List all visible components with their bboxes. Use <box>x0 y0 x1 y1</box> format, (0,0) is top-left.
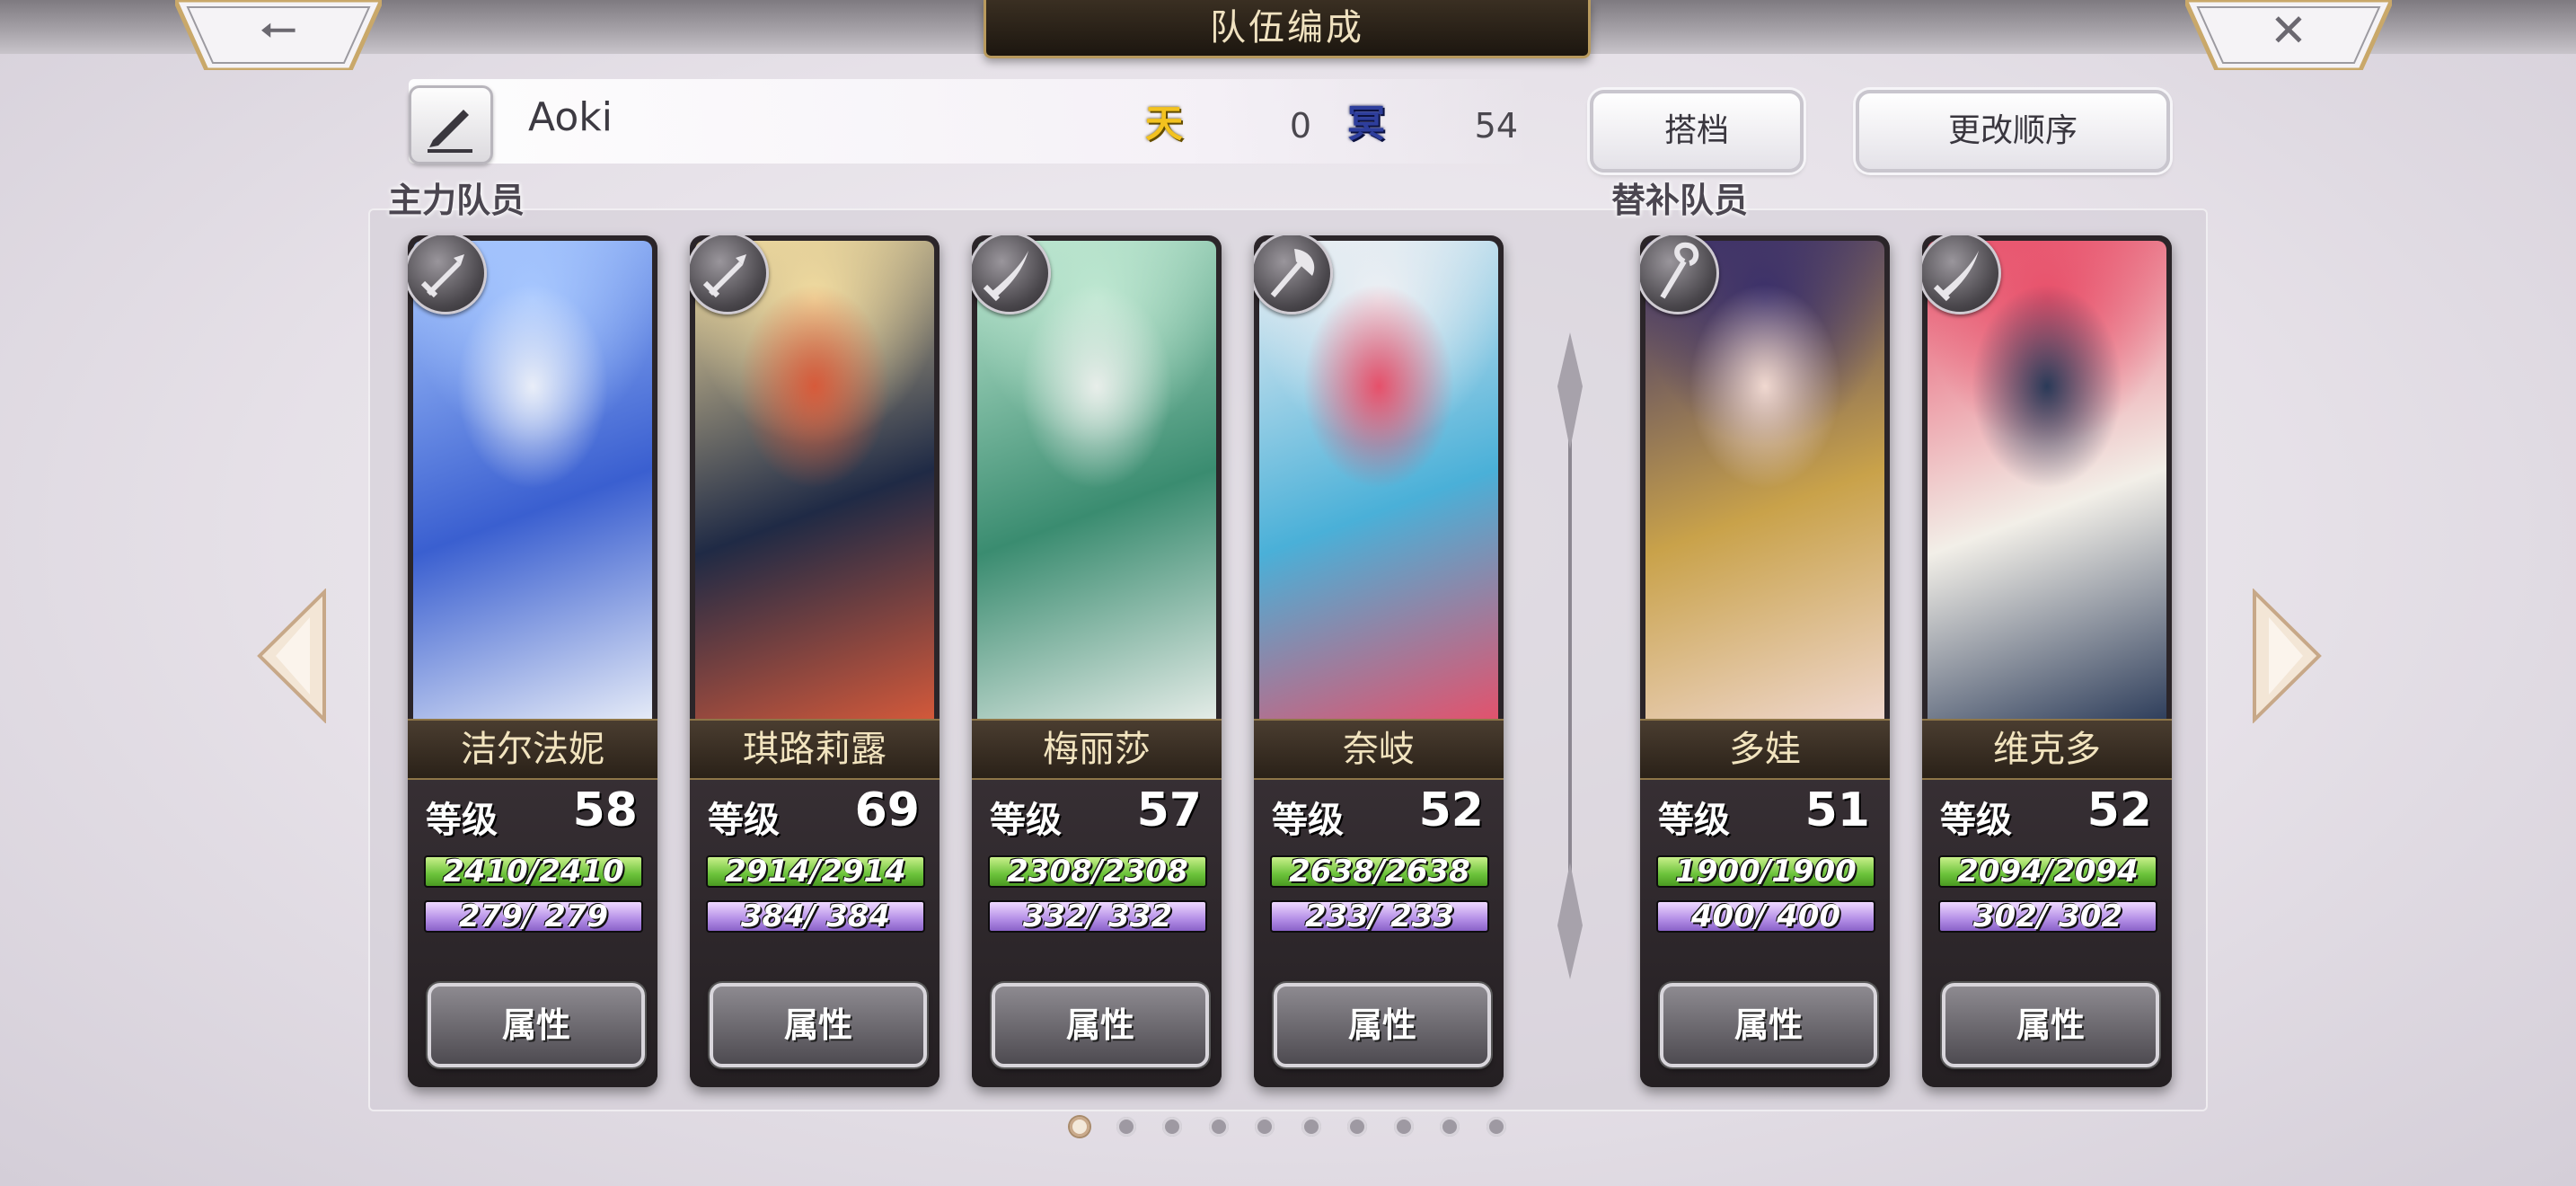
character-name: 琪路莉露 <box>690 719 940 780</box>
close-button[interactable]: ✕ <box>2185 0 2392 70</box>
partner-button[interactable]: 搭档 <box>1590 90 1804 173</box>
mp-bar: 233/ 233 <box>1270 900 1489 933</box>
mp-bar: 384/ 384 <box>706 900 925 933</box>
character-name: 洁尔法妮 <box>408 719 657 780</box>
mp-text: 400/ 400 <box>1690 900 1841 933</box>
level-label: 等级 <box>1272 800 1344 841</box>
hp-bar: 2638/2638 <box>1270 855 1489 888</box>
change-order-button[interactable]: 更改顺序 <box>1856 90 2170 173</box>
main-members-label: 主力队员 <box>388 181 525 220</box>
character-name: 多娃 <box>1640 719 1890 780</box>
ming-icon: 冥 <box>1346 102 1385 146</box>
reserve-members-label: 替补队员 <box>1611 181 1749 220</box>
attributes-button[interactable]: 属性 <box>710 983 927 1067</box>
level-label: 等级 <box>708 800 780 841</box>
hp-text: 2308/2308 <box>1007 855 1188 888</box>
back-button[interactable]: 🠀 <box>175 0 382 70</box>
page-dot[interactable] <box>1301 1117 1321 1137</box>
close-icon: ✕ <box>2270 4 2307 57</box>
sword-icon <box>690 235 769 314</box>
page-dot[interactable] <box>1486 1117 1506 1137</box>
hp-text: 2638/2638 <box>1289 855 1470 888</box>
mp-bar: 302/ 302 <box>1938 900 2157 933</box>
hp-bar: 2410/2410 <box>424 855 643 888</box>
hp-bar: 2094/2094 <box>1938 855 2157 888</box>
level-value: 57 <box>1136 783 1202 837</box>
mp-bar: 279/ 279 <box>424 900 643 933</box>
divider-top-ornament <box>1557 332 1583 449</box>
divider-bottom-ornament <box>1557 863 1583 979</box>
pen-icon <box>428 110 472 153</box>
attributes-button[interactable]: 属性 <box>1274 983 1491 1067</box>
next-page-arrow[interactable] <box>2251 589 2323 723</box>
page-dot[interactable] <box>1440 1117 1460 1137</box>
mp-text: 233/ 233 <box>1304 900 1455 933</box>
member-card[interactable]: 洁尔法妮 等级 58 2410/2410 279/ 279 属性 <box>408 235 657 1087</box>
edit-name-button[interactable] <box>409 85 493 164</box>
axe-icon <box>1254 235 1333 314</box>
page-title: 队伍编成 <box>984 0 1591 58</box>
level-value: 51 <box>1804 783 1870 837</box>
level-value: 52 <box>2086 783 2152 837</box>
page-dot[interactable] <box>1393 1117 1414 1137</box>
page-dot[interactable] <box>1347 1117 1367 1137</box>
character-name: 奈岐 <box>1254 719 1504 780</box>
character-name: 维克多 <box>1922 719 2172 780</box>
member-card[interactable]: 琪路莉露 等级 69 2914/2914 384/ 384 属性 <box>690 235 940 1087</box>
member-card[interactable]: 维克多 等级 52 2094/2094 302/ 302 属性 <box>1922 235 2172 1087</box>
attributes-button[interactable]: 属性 <box>992 983 1209 1067</box>
prev-page-arrow[interactable] <box>256 589 328 723</box>
level-value: 58 <box>572 783 638 837</box>
sword-icon <box>408 235 487 314</box>
level-label: 等级 <box>426 800 498 841</box>
member-card[interactable]: 奈岐 等级 52 2638/2638 233/ 233 属性 <box>1254 235 1504 1087</box>
page-dot[interactable] <box>1116 1117 1136 1137</box>
level-value: 69 <box>854 783 920 837</box>
mp-bar: 332/ 332 <box>988 900 1207 933</box>
ten-icon: 天 <box>1144 102 1183 146</box>
blade-icon <box>1922 235 2001 314</box>
blade-icon <box>972 235 1051 314</box>
level-label: 等级 <box>1940 800 2012 841</box>
attributes-button[interactable]: 属性 <box>1660 983 1877 1067</box>
hp-text: 2914/2914 <box>725 855 906 888</box>
arrow-left-icon: 🠀 <box>260 4 297 57</box>
page-dot[interactable] <box>1208 1117 1229 1137</box>
attributes-button[interactable]: 属性 <box>428 983 645 1067</box>
character-name: 梅丽莎 <box>972 719 1222 780</box>
hp-bar: 2914/2914 <box>706 855 925 888</box>
mp-text: 332/ 332 <box>1022 900 1173 933</box>
page-dot[interactable] <box>1255 1117 1275 1137</box>
ten-value: 0 <box>1289 106 1311 146</box>
ming-value: 54 <box>1474 106 1518 146</box>
mp-text: 302/ 302 <box>1972 900 2123 933</box>
member-card[interactable]: 多娃 等级 51 1900/1900 400/ 400 属性 <box>1640 235 1890 1087</box>
page-dot[interactable] <box>1162 1117 1182 1137</box>
hp-text: 2410/2410 <box>443 855 624 888</box>
page-dot[interactable] <box>1070 1117 1090 1137</box>
level-value: 52 <box>1418 783 1484 837</box>
hp-text: 1900/1900 <box>1675 855 1857 888</box>
hp-text: 2094/2094 <box>1957 855 2139 888</box>
staff-icon <box>1640 235 1719 314</box>
level-label: 等级 <box>990 800 1062 841</box>
member-card[interactable]: 梅丽莎 等级 57 2308/2308 332/ 332 属性 <box>972 235 1222 1087</box>
mp-text: 279/ 279 <box>458 900 609 933</box>
hp-bar: 1900/1900 <box>1656 855 1875 888</box>
player-name: Aoki <box>528 94 613 140</box>
level-label: 等级 <box>1658 800 1730 841</box>
attributes-button[interactable]: 属性 <box>1942 983 2159 1067</box>
mp-bar: 400/ 400 <box>1656 900 1875 933</box>
hp-bar: 2308/2308 <box>988 855 1207 888</box>
mp-text: 384/ 384 <box>740 900 891 933</box>
